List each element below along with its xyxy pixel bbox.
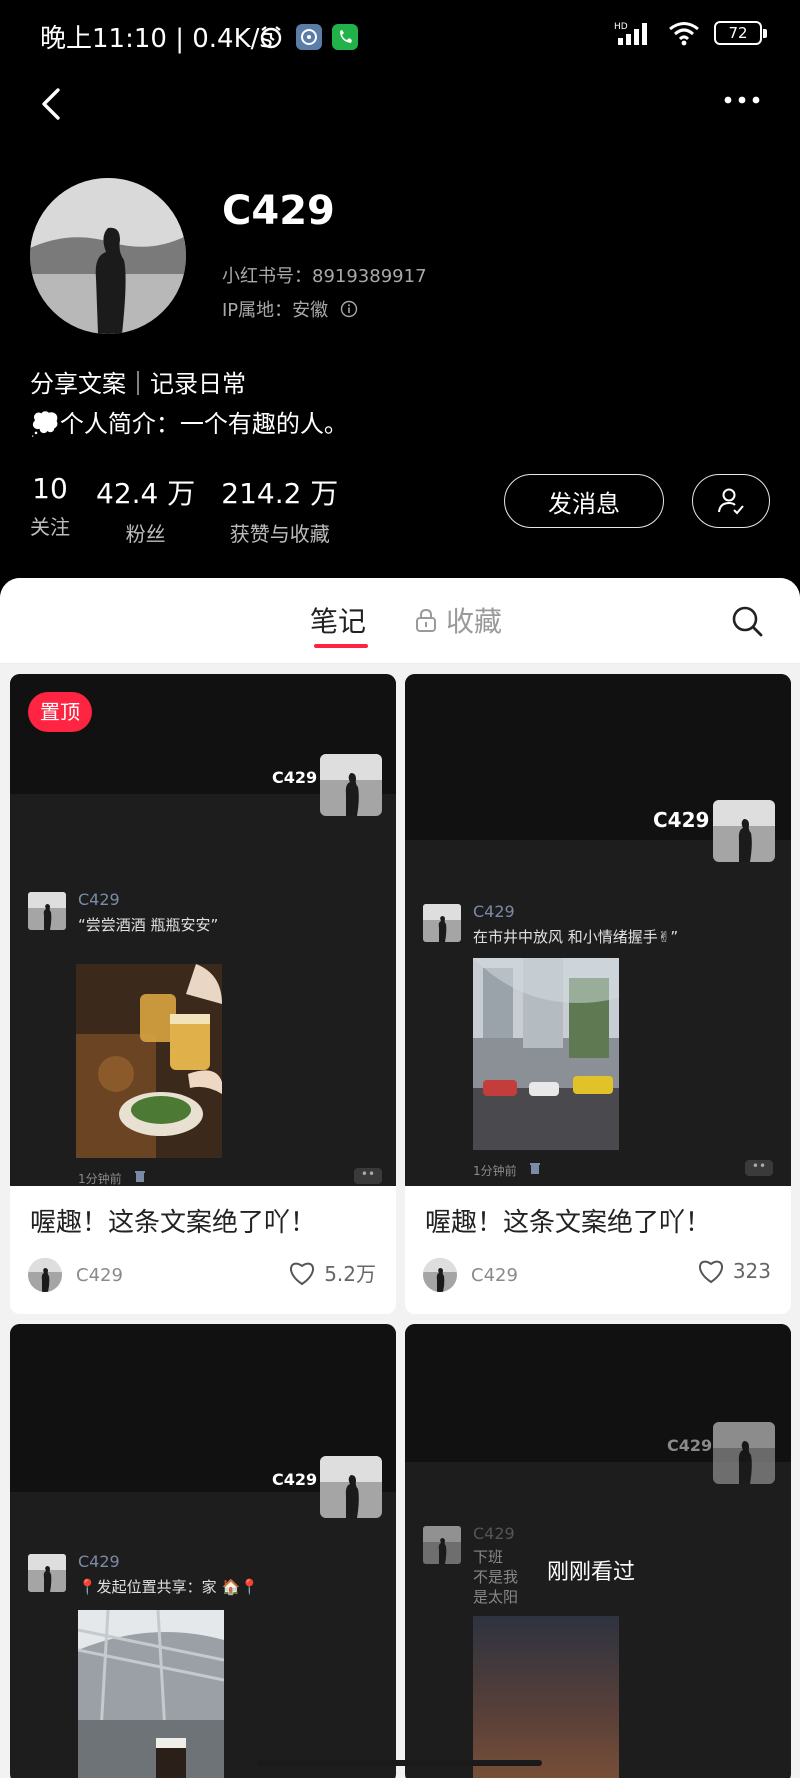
tab-favorites[interactable]: 收藏 <box>414 600 502 640</box>
inner-timestamp: 1分钟前 <box>473 1164 517 1178</box>
profile-bio-line-1: 分享文案｜记录日常 <box>30 370 246 398</box>
inner-avatar <box>423 904 461 942</box>
notes-panel: 笔记 收藏 置顶 C429 C429 “尝尝酒酒 瓶瓶安安” 1分钟前 •• 喔… <box>0 578 800 1778</box>
note-card[interactable]: C429 C429 下班 不是我 是太阳 刚刚看过 <box>405 1324 791 1778</box>
note-title: 喔趣！这条文案绝了吖！ <box>425 1208 712 1238</box>
app-notification-icon <box>296 24 322 50</box>
status-bar: 晚上11:10 | 0.4K/s HD 72 <box>0 0 800 72</box>
like-count: 5.2万 <box>324 1262 376 1286</box>
stat-value: 42.4 万 <box>96 477 196 510</box>
inner-avatar <box>423 1526 461 1564</box>
inner-avatar <box>28 892 66 930</box>
info-icon[interactable] <box>340 300 358 318</box>
heart-icon <box>698 1260 723 1284</box>
profile-ip-location: IP属地：安徽 <box>222 300 329 321</box>
cover-author-thumbnail <box>713 1422 775 1484</box>
battery-indicator: 72 <box>714 21 767 45</box>
note-author[interactable]: C429 <box>423 1258 518 1292</box>
cover-author-name: C429 <box>272 768 318 787</box>
inner-text-line: 不是我 <box>473 1568 519 1586</box>
inner-author-name: C429 <box>473 1524 515 1543</box>
inner-text-line: 下班 <box>473 1548 504 1566</box>
author-name: C429 <box>76 1264 123 1286</box>
cover-author-name: C429 <box>272 1470 318 1489</box>
like-button[interactable]: 5.2万 <box>288 1258 376 1287</box>
inner-photo-drinks <box>76 964 222 1158</box>
more-options-icon[interactable] <box>712 80 772 140</box>
note-card[interactable]: C429 C429 在市井中放风 和小情绪握手✌” 1分钟前 •• 喔趣！这条文… <box>405 674 791 1314</box>
note-card[interactable]: C429 C429 📍发起位置共享：家 🏠📍 <box>10 1324 396 1778</box>
profile-id: 小红书号：8919389917 <box>222 266 427 287</box>
note-cover: C429 C429 📍发起位置共享：家 🏠📍 <box>10 1324 396 1778</box>
heart-icon <box>290 1262 315 1285</box>
inner-text-line: 是太阳 <box>473 1588 519 1606</box>
inner-author-name: C429 <box>78 890 120 909</box>
active-tab-indicator <box>314 644 368 648</box>
tab-favorites-label: 收藏 <box>446 605 503 638</box>
author-avatar <box>423 1258 457 1292</box>
like-count: 323 <box>732 1259 771 1283</box>
inner-text: “尝尝酒酒 瓶瓶安安” <box>78 916 219 934</box>
note-cover: C429 C429 在市井中放风 和小情绪握手✌” 1分钟前 •• <box>405 674 791 1186</box>
stat-label: 关注 <box>30 515 70 539</box>
note-author[interactable]: C429 <box>28 1258 123 1292</box>
tab-notes[interactable]: 笔记 <box>310 600 366 640</box>
note-cover: 置顶 C429 C429 “尝尝酒酒 瓶瓶安安” 1分钟前 •• <box>10 674 396 1186</box>
cover-author-thumbnail <box>713 800 775 862</box>
note-title: 喔趣！这条文案绝了吖！ <box>30 1208 317 1238</box>
user-check-icon <box>718 488 744 515</box>
stat-followers[interactable]: 42.4 万 粉丝 <box>96 472 195 547</box>
inner-text: 📍发起位置共享：家 🏠📍 <box>78 1578 259 1596</box>
trash-icon <box>135 1171 145 1182</box>
status-time: 晚上11:10 | 0.4K/s <box>40 24 273 54</box>
stat-label: 粉丝 <box>125 522 166 546</box>
wifi-icon <box>669 22 699 46</box>
profile-ip-row: IP属地：安徽 <box>222 296 358 322</box>
home-indicator[interactable] <box>258 1760 542 1766</box>
inner-author-name: C429 <box>78 1552 120 1571</box>
note-card[interactable]: 置顶 C429 C429 “尝尝酒酒 瓶瓶安安” 1分钟前 •• 喔趣！这条文案… <box>10 674 396 1314</box>
cover-author-name: C429 <box>653 808 710 832</box>
inner-more-icon: •• <box>354 1168 382 1184</box>
inner-author-name: C429 <box>473 902 515 921</box>
inner-more-icon: •• <box>745 1160 773 1176</box>
stat-value: 10 <box>32 472 68 505</box>
cover-author-name: C429 <box>667 1436 713 1455</box>
author-name: C429 <box>471 1264 518 1286</box>
stat-likes-and-saves[interactable]: 214.2 万 获赞与收藏 <box>221 472 338 547</box>
back-icon[interactable] <box>28 76 88 136</box>
inner-avatar <box>28 1554 66 1592</box>
following-status-button[interactable] <box>692 474 770 528</box>
pinned-badge: 置顶 <box>28 692 92 732</box>
profile-bio-line-2: 💭个人简介：一个有趣的人。 <box>30 410 348 438</box>
inner-photo-train-station <box>78 1610 224 1778</box>
profile-stats: 10 关注 42.4 万 粉丝 214.2 万 获赞与收藏 <box>30 472 338 547</box>
stat-label: 获赞与收藏 <box>229 522 330 546</box>
alarm-icon <box>260 26 282 49</box>
cover-author-thumbnail <box>320 1456 382 1518</box>
profile-username: C429 <box>222 188 335 234</box>
phone-call-icon <box>332 24 358 50</box>
svg-text:HD: HD <box>614 22 628 32</box>
note-cover: C429 C429 下班 不是我 是太阳 刚刚看过 <box>405 1324 791 1778</box>
inner-photo-sunset <box>473 1616 619 1778</box>
tab-bar: 笔记 收藏 <box>0 578 800 664</box>
send-message-button[interactable]: 发消息 <box>504 474 664 528</box>
recently-viewed-label: 刚刚看过 <box>547 1560 636 1585</box>
trash-icon <box>530 1163 540 1174</box>
stat-value: 214.2 万 <box>221 477 339 510</box>
inner-text: 在市井中放风 和小情绪握手✌” <box>473 928 679 946</box>
stat-following[interactable]: 10 关注 <box>30 472 70 547</box>
like-button[interactable]: 323 <box>697 1258 771 1284</box>
lock-icon <box>416 608 436 632</box>
cellular-signal-icon: HD <box>614 22 647 45</box>
search-icon[interactable] <box>728 602 768 642</box>
author-avatar <box>28 1258 62 1292</box>
inner-timestamp: 1分钟前 <box>78 1172 122 1186</box>
inner-photo-street <box>473 958 619 1150</box>
cover-author-thumbnail <box>320 754 382 816</box>
profile-avatar[interactable] <box>30 178 186 334</box>
